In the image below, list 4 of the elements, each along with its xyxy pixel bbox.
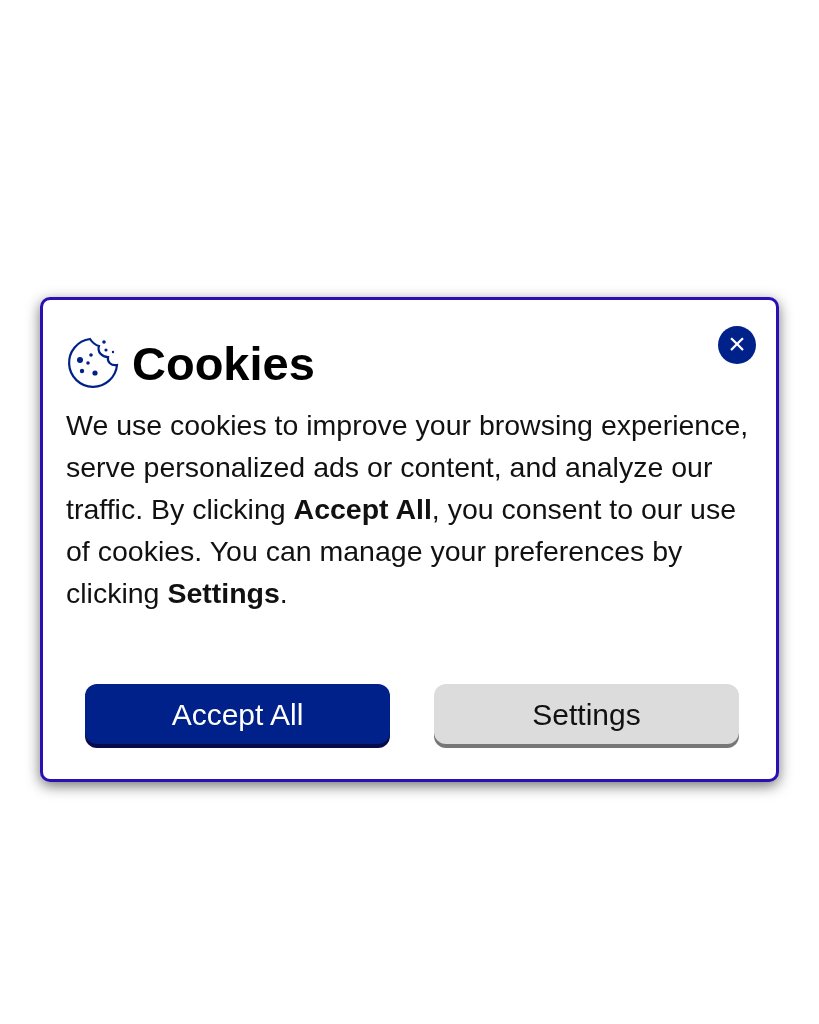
consent-message: We use cookies to improve your browsing experience, serve personalized ads or content, and analyze our traffic. By clicking Accept All, you consent to our use of cookies. You can manage your preferences by clicking Settings. <box>66 408 750 611</box>
cookie-icon <box>66 336 120 390</box>
dialog-title: Cookies <box>132 339 315 387</box>
close-button[interactable]: × <box>718 326 756 364</box>
